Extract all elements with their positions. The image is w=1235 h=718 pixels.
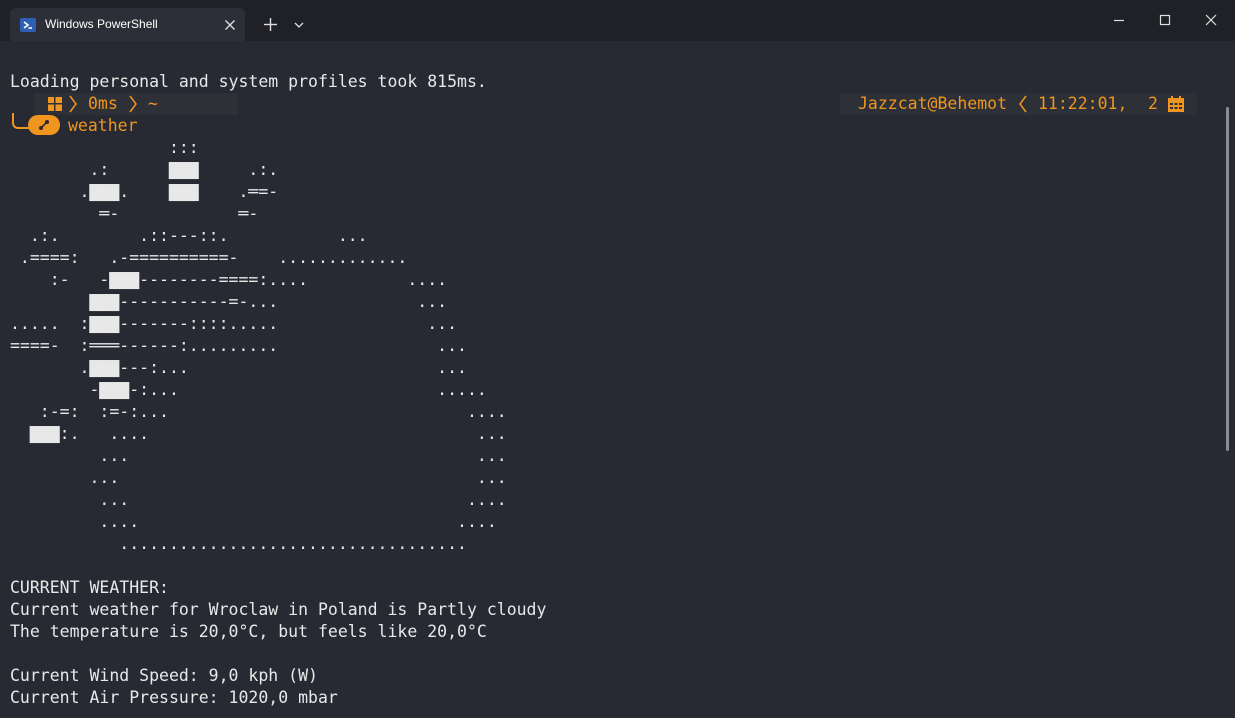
scrollbar[interactable] (1226, 107, 1229, 451)
weather-ascii-art: ::: .: ▇▇▇ .:. .▇▇▇. ▇▇▇ .═=- ═- ═- .:. … (10, 138, 507, 553)
close-icon[interactable] (1204, 13, 1218, 27)
prompt-day: 2 (1148, 94, 1158, 113)
calendar-icon (1168, 96, 1184, 112)
maximize-icon[interactable] (1158, 13, 1172, 27)
close-icon[interactable] (222, 17, 238, 33)
git-icon (28, 115, 60, 135)
weather-pressure: Current Air Pressure: 1020,0 mbar (10, 688, 338, 707)
chevron-right-icon (129, 95, 137, 113)
chevron-left-icon (1019, 95, 1027, 113)
prompt-command: weather (68, 116, 138, 135)
profile-load-message: Loading personal and system profiles too… (10, 72, 487, 91)
weather-temperature: The temperature is 20,0°C, but feels lik… (10, 622, 487, 641)
weather-wind: Current Wind Speed: 9,0 kph (W) (10, 666, 318, 685)
title-bar: Windows PowerShell (0, 0, 1235, 41)
prompt-path: ~ (148, 94, 158, 113)
chevron-down-icon[interactable] (292, 19, 306, 31)
terminal-pane[interactable]: Loading personal and system profiles too… (0, 41, 1235, 718)
minimize-icon[interactable] (1112, 13, 1126, 27)
weather-header: CURRENT WEATHER: (10, 578, 169, 597)
weather-summary: Current weather for Wroclaw in Poland is… (10, 600, 547, 619)
windows-icon (48, 97, 62, 111)
prompt-duration: 0ms (88, 94, 118, 113)
tab-title: Windows PowerShell (45, 17, 158, 31)
chevron-right-icon (69, 95, 77, 113)
plus-icon[interactable] (262, 16, 279, 33)
prompt-time: 11:22:01, (1038, 94, 1128, 113)
tab-windows-powershell[interactable]: Windows PowerShell (10, 8, 245, 41)
prompt-user-host: Jazzcat@Behemot (858, 94, 1008, 113)
powershell-icon (20, 18, 36, 32)
